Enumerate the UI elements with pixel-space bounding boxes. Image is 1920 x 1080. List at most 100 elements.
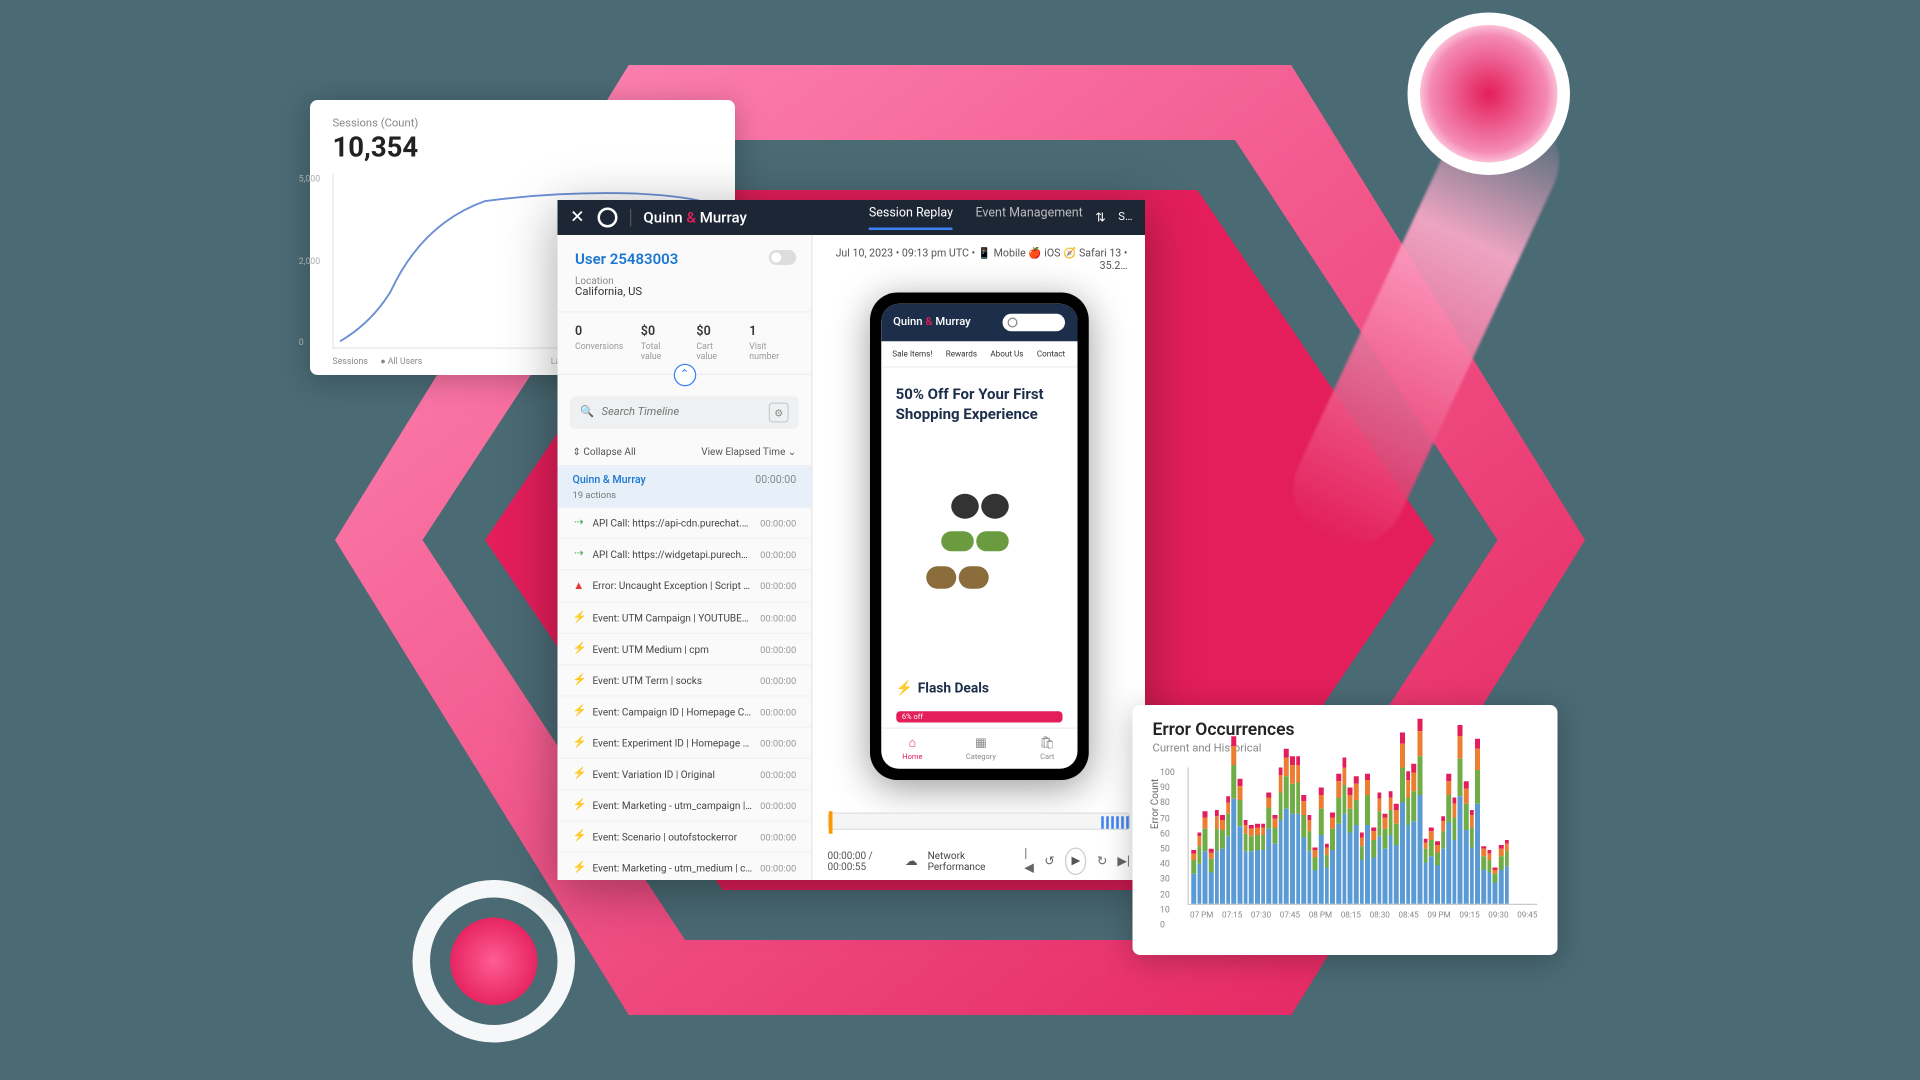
phone-discount-badge: 6% off	[896, 711, 1062, 722]
timeline-item[interactable]: ⚡Event: UTM Campaign | YOUTUBE_AD_CAMP…0…	[558, 603, 812, 634]
error-bar	[1354, 776, 1359, 904]
error-bar	[1267, 792, 1272, 904]
error-bar	[1232, 736, 1237, 904]
error-bar	[1446, 773, 1451, 903]
error-bar	[1423, 838, 1428, 903]
playback-controls: 00:00:00 / 00:00:55 ☁ Network Performanc…	[813, 838, 1146, 881]
timeline-list[interactable]: Quinn & Murray 19 actions 00:00:00 ⇢API …	[558, 466, 812, 880]
skip-back-icon[interactable]: |◀	[1024, 848, 1034, 876]
timeline-item[interactable]: ⇢API Call: https://api-cdn.purechat.com/…	[558, 508, 812, 539]
network-performance-label[interactable]: Network Performance	[928, 850, 1005, 873]
phone-nav-item[interactable]: Rewards	[946, 349, 977, 359]
timeline-item[interactable]: ⚡Event: Marketing - utm_campaign | youtu…	[558, 790, 812, 821]
error-chart: Error Count 1009080706050403020100 07 PM…	[1188, 768, 1538, 931]
phone-tab-cart[interactable]: 🛍Cart	[1039, 736, 1055, 761]
toggle-switch[interactable]	[769, 250, 797, 265]
error-bar	[1330, 812, 1335, 904]
error-bar	[1406, 771, 1411, 904]
collapse-toggle-icon[interactable]: ⌃	[673, 364, 696, 387]
timeline-group[interactable]: Quinn & Murray 19 actions 00:00:00	[558, 466, 812, 507]
user-id[interactable]: User 25483003	[575, 250, 794, 268]
evt-icon: ⚡	[573, 643, 586, 656]
panel-header: ✕ Quinn & Murray Session Replay Event Ma…	[558, 200, 1146, 235]
error-card-title: Error Occurrences	[1153, 720, 1538, 740]
api-icon: ⇢	[573, 548, 586, 561]
brand-name: Quinn & Murray	[630, 209, 747, 227]
error-bar	[1504, 839, 1509, 903]
error-bar	[1394, 803, 1399, 903]
time-display: 00:00:00 / 00:00:55	[828, 850, 896, 873]
error-bar	[1417, 719, 1422, 904]
error-bar	[1458, 725, 1463, 903]
phone-nav-item[interactable]: Contact	[1037, 349, 1065, 359]
error-bar	[1336, 773, 1341, 903]
decoration-circle-top-right	[1408, 13, 1571, 176]
scrubber[interactable]	[813, 805, 1146, 838]
forward-icon[interactable]: ↻	[1097, 854, 1107, 868]
error-bar	[1493, 868, 1498, 904]
error-bar	[1301, 795, 1306, 904]
search-icon: 🔍	[580, 406, 594, 419]
timeline-item[interactable]: ⚡Event: Scenario | outofstockerror00:00:…	[558, 821, 812, 852]
timeline-item[interactable]: ⚡Event: Campaign ID | Homepage Conversio…	[558, 696, 812, 727]
error-bar	[1464, 781, 1469, 903]
play-button[interactable]: ▶	[1065, 848, 1087, 876]
error-bar	[1388, 791, 1393, 903]
phone-nav: Sale Items! Rewards About Us Contact	[881, 341, 1077, 367]
logo-icon	[597, 208, 617, 228]
rewind-icon[interactable]: ↺	[1044, 854, 1054, 868]
timeline-item[interactable]: ⚡Event: Variation ID | Original00:00:00	[558, 759, 812, 790]
error-bar	[1348, 788, 1353, 904]
filter-button[interactable]: ⚙	[769, 403, 789, 423]
phone-nav-item[interactable]: About Us	[990, 349, 1023, 359]
evt-icon: ⚡	[573, 799, 586, 812]
phone-search-input[interactable]	[1002, 314, 1065, 332]
error-bar	[1452, 798, 1457, 904]
error-bar	[1377, 793, 1382, 904]
phone-tabbar: ⌂Home ▦Category 🛍Cart	[881, 728, 1077, 769]
phone-tab-category[interactable]: ▦Category	[966, 736, 996, 761]
error-bar	[1226, 796, 1231, 904]
scrub-handle[interactable]	[829, 811, 833, 834]
timeline-item[interactable]: ⚡Event: Experiment ID | Homepage CTA00:0…	[558, 728, 812, 759]
evt-icon: ⚡	[573, 705, 586, 718]
timeline-item[interactable]: ▲Error: Uncaught Exception | Script erro…	[558, 570, 812, 603]
error-bar	[1371, 827, 1376, 904]
error-bar	[1255, 824, 1260, 904]
tab-event-management[interactable]: Event Management	[975, 206, 1082, 230]
replay-metadata: Jul 10, 2023 • 09:13 pm UTC • 📱 Mobile 🍎…	[813, 235, 1146, 285]
timeline-item[interactable]: ⚡Event: Marketing - utm_medium | cpm00:0…	[558, 853, 812, 881]
error-bar	[1238, 779, 1243, 904]
truncated-text: S…	[1118, 211, 1132, 224]
sessions-count: 10,354	[333, 133, 713, 164]
timeline-item[interactable]: ⚡Event: UTM Term | socks00:00:00	[558, 665, 812, 696]
err-icon: ▲	[573, 579, 586, 593]
evt-icon: ⚡	[573, 830, 586, 843]
error-bar	[1359, 832, 1364, 903]
error-bar	[1307, 815, 1312, 904]
error-bar	[1325, 844, 1330, 904]
error-bar	[1342, 758, 1347, 904]
search-timeline-input[interactable]: 🔍 ⚙	[570, 396, 799, 429]
filter-icon[interactable]: ⇅	[1095, 211, 1105, 225]
tab-session-replay[interactable]: Session Replay	[869, 206, 953, 230]
error-bar	[1441, 816, 1446, 904]
evt-icon: ⚡	[573, 768, 586, 781]
timeline-item[interactable]: ⚡Event: UTM Medium | cpm00:00:00	[558, 634, 812, 665]
skip-forward-icon[interactable]: ▶|	[1117, 854, 1130, 868]
phone-hero-text: 50% Off For Your First Shopping Experien…	[881, 368, 1077, 442]
close-icon[interactable]: ✕	[570, 208, 585, 228]
error-bar	[1296, 756, 1301, 904]
collapse-all-button[interactable]: ⇕ Collapse All	[573, 446, 636, 457]
phone-nav-item[interactable]: Sale Items!	[892, 349, 932, 359]
error-bar	[1284, 748, 1289, 904]
timeline-item[interactable]: ⇢API Call: https://widgetapi.purechat.co…	[558, 539, 812, 570]
error-bar	[1249, 825, 1254, 904]
sessions-label: Sessions (Count)	[333, 118, 713, 131]
location-value: California, US	[575, 286, 794, 299]
phone-tab-home[interactable]: ⌂Home	[902, 736, 922, 761]
view-elapsed-dropdown[interactable]: View Elapsed Time ⌄	[701, 446, 796, 457]
phone-flash-deals: Flash Deals	[881, 670, 1077, 706]
error-bar	[1435, 842, 1440, 904]
error-bar	[1243, 820, 1248, 904]
